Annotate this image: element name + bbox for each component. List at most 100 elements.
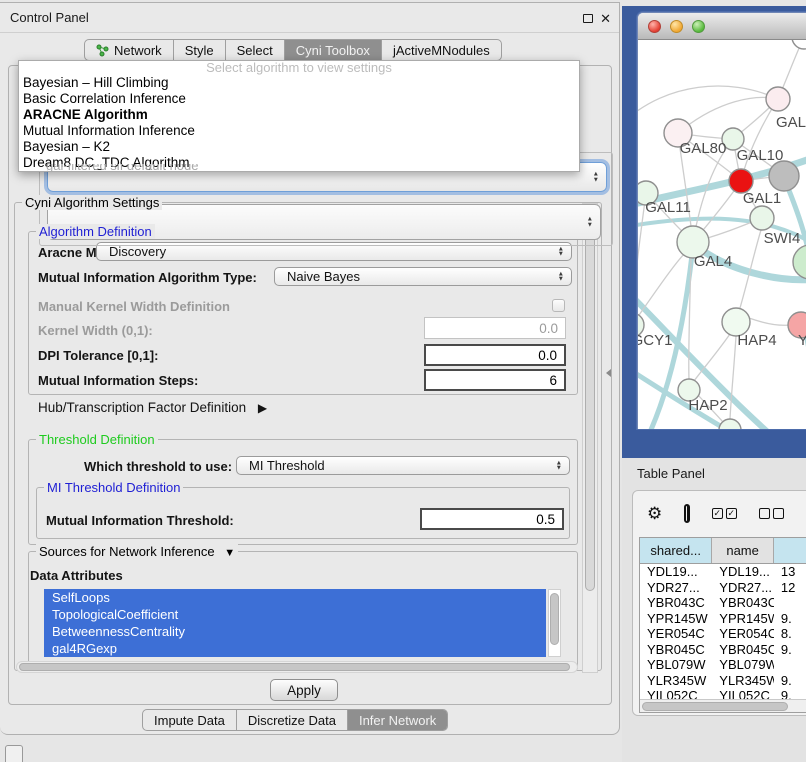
scrollbar-thumb[interactable] [550, 593, 559, 645]
table-row[interactable]: YER054CYER054C8. [640, 626, 806, 642]
combo-arrows-icon [556, 460, 562, 471]
dropdown-item-bayesian-k2[interactable]: Bayesian – K2 [19, 139, 579, 155]
node-label-hap4: HAP4 [737, 332, 776, 349]
tab-jactivemnodules[interactable]: jActiveMNodules [382, 40, 501, 60]
close-window-icon[interactable]: ✕ [600, 12, 611, 25]
tab-bar: NetworkStyleSelectCyni ToolboxjActiveMNo… [84, 39, 502, 61]
dropdown-placeholder: Select algorithm to view settings [19, 61, 579, 75]
settings-horizontal-scrollbar[interactable] [16, 661, 578, 673]
dropdown-item-aracne-algorithm[interactable]: ARACNE Algorithm [19, 107, 579, 123]
minimize-traffic-light-icon[interactable] [670, 20, 683, 33]
table-cell: YER054C [712, 626, 774, 642]
table-body[interactable]: YDL19...YDL19...13YDR27...YDR27...12YBR0… [640, 564, 806, 704]
node-label-gal: GAL [776, 114, 806, 131]
table-cell: YDL19... [640, 564, 712, 580]
checked-boxes-icon[interactable] [712, 508, 737, 519]
mi-threshold-group-title: MI Threshold Definition [44, 480, 183, 495]
table-row[interactable]: YBR043CYBR043C [640, 595, 806, 611]
sources-group-title[interactable]: Sources for Network Inference ▼ [36, 544, 238, 559]
network-node[interactable] [750, 206, 774, 230]
node-label-gcy1: GCY1 [638, 332, 672, 349]
settings-vertical-scrollbar[interactable] [582, 203, 598, 673]
table-row[interactable]: YDR27...YDR27...12 [640, 580, 806, 596]
mi-threshold-field[interactable]: 0.5 [420, 508, 564, 530]
column-header-name[interactable]: name [712, 538, 774, 563]
tab-style[interactable]: Style [174, 40, 226, 60]
unchecked-boxes-icon[interactable] [759, 508, 784, 519]
scrollbar-thumb[interactable] [19, 663, 570, 671]
column-header-hidden[interactable] [774, 538, 806, 563]
attributes-vertical-scrollbar[interactable] [548, 589, 561, 657]
apply-button[interactable]: Apply [270, 679, 338, 701]
table-row[interactable]: YPR145WYPR145W9. [640, 611, 806, 627]
tab-cyni-toolbox[interactable]: Cyni Toolbox [285, 40, 382, 60]
dpi-tolerance-label: DPI Tolerance [0,1]: [38, 348, 158, 363]
splitpane-collapse-icon[interactable] [606, 369, 611, 377]
scrollbar-thumb[interactable] [585, 206, 595, 591]
float-window-icon[interactable] [583, 14, 593, 23]
table-cell [774, 657, 806, 673]
node-label-gal1: GAL1 [743, 190, 781, 207]
columns-icon[interactable] [684, 504, 690, 523]
column-header-shared-[interactable]: shared... [640, 538, 712, 563]
gear-icon[interactable]: ⚙ [647, 505, 662, 522]
table-panel: ⚙ shared...name YDL19...YDL19...13YDR27.… [632, 490, 806, 716]
which-threshold-value: MI Threshold [249, 458, 325, 473]
window-title: Control Panel [10, 10, 89, 25]
node-label-y: Y [798, 332, 806, 349]
network-window-titlebar[interactable] [638, 13, 806, 40]
combo-arrows-icon [558, 271, 564, 282]
bottom-tab-infer-network[interactable]: Infer Network [348, 710, 447, 730]
algorithm-dropdown-popup[interactable]: Select algorithm to view settings Bayesi… [18, 60, 580, 172]
tab-network[interactable]: Network [85, 40, 174, 60]
manual-kernel-label: Manual Kernel Width Definition [38, 299, 230, 314]
minimized-panel-icon[interactable] [5, 745, 23, 762]
close-traffic-light-icon[interactable] [648, 20, 661, 33]
attribute-item-betweennesscentrality[interactable]: BetweennessCentrality [44, 623, 546, 640]
bottom-tab-discretize-data[interactable]: Discretize Data [237, 710, 348, 730]
network-icon [96, 44, 109, 57]
network-node[interactable] [793, 245, 806, 279]
data-attributes-list[interactable]: SelfLoopsTopologicalCoefficientBetweenne… [44, 589, 546, 657]
dropdown-item-bayesian-hill-climbing[interactable]: Bayesian – Hill Climbing [19, 75, 579, 91]
table-cell: YER054C [640, 626, 712, 642]
network-node[interactable] [769, 161, 799, 191]
dpi-tolerance-field[interactable]: 0.0 [424, 344, 566, 366]
table-cell: YBR045C [640, 642, 712, 658]
mi-steps-field[interactable]: 6 [424, 369, 566, 391]
attribute-table[interactable]: shared...name YDL19...YDL19...13YDR27...… [639, 537, 806, 713]
table-horizontal-scrollbar[interactable] [640, 699, 806, 712]
node-label-swi4: SWI4 [764, 230, 801, 247]
node-label-gal10: GAL10 [737, 147, 784, 164]
zoom-traffic-light-icon[interactable] [692, 20, 705, 33]
collapse-arrow-icon: ▼ [224, 547, 235, 559]
mi-type-combobox[interactable]: Naive Bayes [274, 267, 572, 286]
dropdown-item-basic-correlation-inference[interactable]: Basic Correlation Inference [19, 91, 579, 107]
table-row[interactable]: YBL079WYBL079W [640, 657, 806, 673]
dropdown-item-mutual-information-inference[interactable]: Mutual Information Inference [19, 123, 579, 139]
kernel-width-field[interactable]: 0.0 [424, 317, 566, 339]
dropdown-item-list[interactable]: Bayesian – Hill ClimbingBasic Correlatio… [19, 75, 579, 171]
scrollbar-thumb[interactable] [642, 702, 788, 711]
hub-expander[interactable]: Hub/Transcription Factor Definition ▶ [38, 400, 267, 415]
manual-kernel-checkbox[interactable] [552, 299, 565, 312]
attribute-item-selfloops[interactable]: SelfLoops [44, 589, 546, 606]
table-cell: YBR043C [712, 595, 774, 611]
which-threshold-combobox[interactable]: MI Threshold [236, 456, 570, 475]
table-row[interactable]: YLR345WYLR345W9. [640, 673, 806, 689]
table-header-row[interactable]: shared...name [640, 538, 806, 564]
attribute-item-gal4rgexp[interactable]: gal4RGexp [44, 640, 546, 657]
table-cell: 13 [774, 564, 806, 580]
tab-label: Infer Network [359, 713, 436, 728]
tab-select[interactable]: Select [226, 40, 285, 60]
network-node[interactable] [792, 40, 806, 49]
mi-type-value: Naive Bayes [287, 269, 360, 284]
table-row[interactable]: YBR045CYBR045C9. [640, 642, 806, 658]
network-canvas[interactable]: GALGAL80GAL10GAL1GAL11SWI4GAL4GCY1HAP4YH… [638, 40, 806, 429]
table-row[interactable]: YDL19...YDL19...13 [640, 564, 806, 580]
data-attributes-label: Data Attributes [30, 568, 123, 583]
table-panel-title: Table Panel [637, 466, 705, 481]
attribute-item-topologicalcoefficient[interactable]: TopologicalCoefficient [44, 606, 546, 623]
bottom-tab-impute-data[interactable]: Impute Data [143, 710, 237, 730]
network-node[interactable] [766, 87, 790, 111]
